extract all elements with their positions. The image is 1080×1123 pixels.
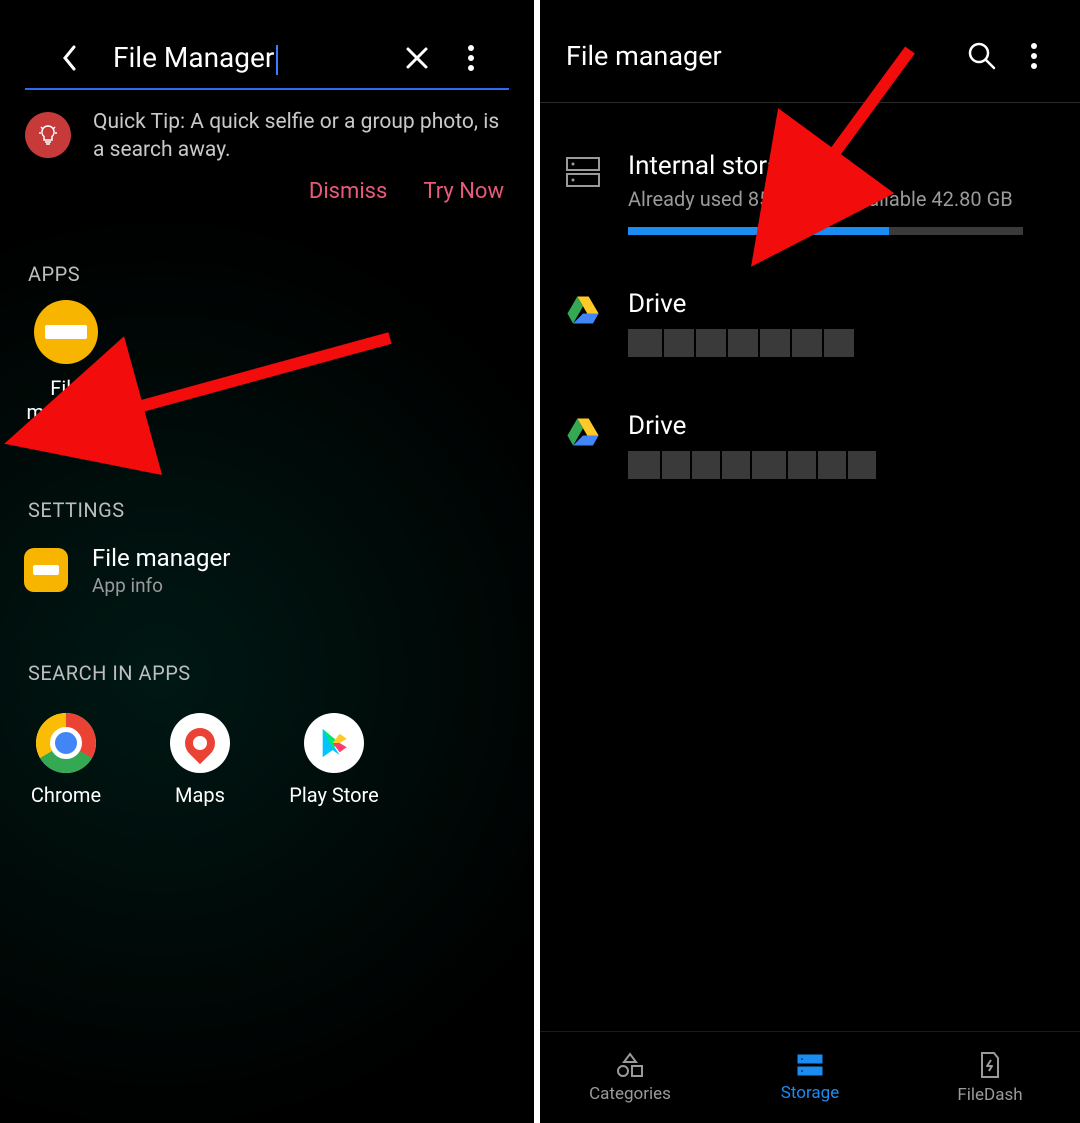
- file-manager-screen: File manager Internal storage Already us…: [540, 0, 1080, 1123]
- settings-file-manager[interactable]: File manager App info: [0, 536, 534, 605]
- search-input-value: File Manager: [113, 41, 274, 74]
- storage-title: Internal storage: [628, 151, 1054, 181]
- apps-section-label: APPS: [0, 204, 534, 300]
- app-label: Play Store: [289, 783, 378, 807]
- lightbulb-icon: [25, 112, 71, 158]
- internal-storage-item[interactable]: Internal storage Already used 85.20 GB A…: [540, 103, 1080, 235]
- drive-item-1[interactable]: Drive: [540, 235, 1080, 357]
- settings-title: File manager: [92, 544, 230, 572]
- nav-label: Categories: [589, 1084, 671, 1104]
- app-play-store[interactable]: Play Store: [286, 713, 382, 807]
- nav-label: FileDash: [957, 1085, 1022, 1105]
- nav-categories[interactable]: Categories: [540, 1032, 720, 1123]
- storage-progress-bar: [628, 227, 1023, 235]
- drive-body: Drive: [628, 411, 1054, 479]
- search-in-apps-grid: Chrome Maps Play Store: [0, 699, 534, 821]
- app-label: Maps: [175, 783, 225, 807]
- search-button[interactable]: [962, 36, 1002, 76]
- tip-text: Quick Tip: A quick selfie or a group pho…: [93, 108, 509, 165]
- settings-subtitle: App info: [92, 574, 230, 597]
- chrome-icon: [36, 713, 96, 773]
- drive-icon: [566, 417, 606, 451]
- quick-tip: Quick Tip: A quick selfie or a group pho…: [0, 90, 534, 165]
- storage-subtitle: Already used 85.20 GB Available 42.80 GB: [628, 187, 1054, 211]
- settings-section-label: SETTINGS: [0, 424, 534, 536]
- search-in-apps-label: SEARCH IN APPS: [0, 605, 534, 699]
- search-input[interactable]: File Manager: [113, 41, 381, 75]
- play-store-icon: [304, 713, 364, 773]
- more-button[interactable]: [1014, 36, 1054, 76]
- storage-used: Already used 85.20 GB: [628, 187, 829, 211]
- dismiss-button[interactable]: Dismiss: [309, 179, 388, 204]
- drive-body: Drive: [628, 289, 1054, 357]
- nav-storage[interactable]: Storage: [720, 1032, 900, 1123]
- app-title: File manager: [566, 40, 950, 72]
- app-maps[interactable]: Maps: [152, 713, 248, 807]
- nav-label: Storage: [781, 1083, 839, 1103]
- tip-actions: Dismiss Try Now: [0, 165, 534, 204]
- file-manager-icon: [34, 300, 98, 364]
- drive-icon: [566, 295, 606, 329]
- storage-available: Available 42.80 GB: [846, 187, 1013, 211]
- app-label: Chrome: [31, 783, 101, 807]
- drive-title: Drive: [628, 411, 1054, 441]
- redacted-email: [628, 329, 1054, 357]
- drive-item-2[interactable]: Drive: [540, 357, 1080, 479]
- apps-grid: File manager: [0, 300, 534, 424]
- file-manager-small-icon: [24, 548, 68, 592]
- clear-button[interactable]: [399, 40, 435, 76]
- app-header: File manager: [540, 0, 1080, 103]
- storage-body: Internal storage Already used 85.20 GB A…: [628, 151, 1054, 235]
- settings-text: File manager App info: [92, 544, 230, 597]
- bottom-nav: Categories Storage FileDash: [540, 1031, 1080, 1123]
- maps-icon: [170, 713, 230, 773]
- storage-icon: [566, 157, 606, 191]
- redacted-email: [628, 451, 1054, 479]
- drive-title: Drive: [628, 289, 1054, 319]
- app-file-manager[interactable]: File manager: [18, 300, 114, 424]
- text-cursor: [276, 45, 278, 75]
- app-chrome[interactable]: Chrome: [18, 713, 114, 807]
- more-button[interactable]: [453, 40, 489, 76]
- back-button[interactable]: [55, 43, 85, 73]
- search-screen: File Manager Quick Tip: A quick selfie o…: [0, 0, 540, 1123]
- app-label: File manager: [18, 376, 114, 424]
- search-bar: File Manager: [25, 0, 509, 90]
- try-now-button[interactable]: Try Now: [423, 179, 504, 204]
- storage-progress-fill: [628, 227, 889, 235]
- nav-filedash[interactable]: FileDash: [900, 1032, 1080, 1123]
